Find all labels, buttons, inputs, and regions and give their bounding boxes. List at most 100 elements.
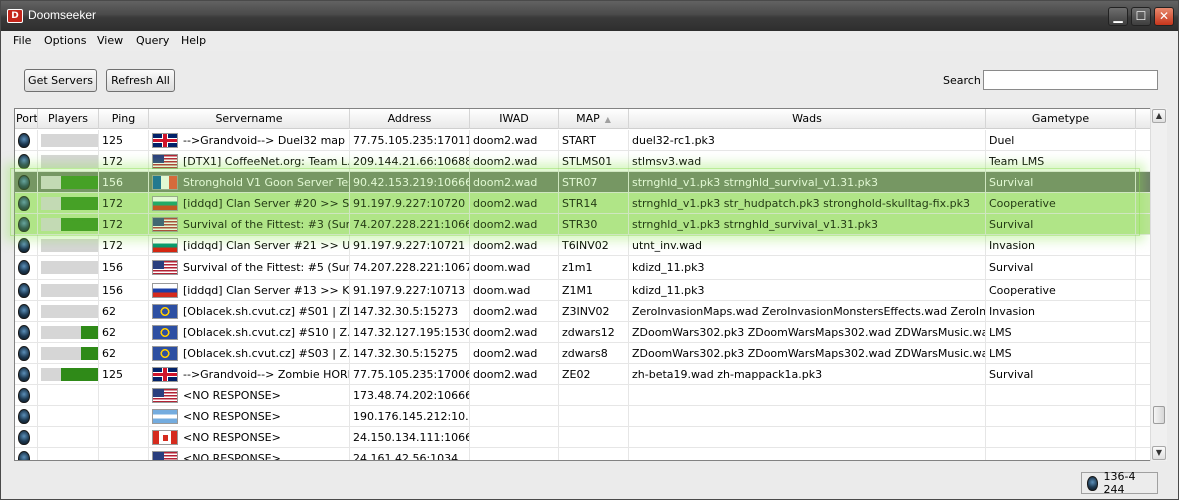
scroll-thumb[interactable] xyxy=(1153,406,1165,424)
country-flag-icon xyxy=(152,174,178,190)
country-flag-icon xyxy=(152,303,178,319)
status-panel: 136-4 244 xyxy=(1081,470,1158,496)
table-row[interactable]: <NO RESPONSE> 173.48.74.202:10666 xyxy=(15,385,1150,406)
cell-status xyxy=(15,235,38,255)
column-header-port[interactable]: Port xyxy=(15,109,38,129)
table-row[interactable]: 125 -->Grandvoid--> Duel32 map c... 77.75.… xyxy=(15,130,1150,151)
cell-players xyxy=(38,256,99,279)
table-row[interactable]: 156 [iddqd] Clan Server #13 >> Kn... 91.19… xyxy=(15,280,1150,301)
table-row[interactable]: <NO RESPONSE> 190.176.145.212:10... xyxy=(15,406,1150,427)
country-flag-icon xyxy=(152,216,178,232)
cell-gametype: LMS xyxy=(986,322,1136,342)
cell-map: Z1M1 xyxy=(559,280,629,300)
column-header-iwad[interactable]: IWAD xyxy=(470,109,559,129)
scroll-up-button[interactable]: ▲ xyxy=(1152,109,1166,123)
server-status-icon xyxy=(18,153,30,169)
table-row[interactable]: 172 [iddqd] Clan Server #21 >> UT... 91.19… xyxy=(15,235,1150,256)
cell-address: 209.144.21.66:10688 xyxy=(350,151,470,171)
cell-address: 91.197.9.227:10721 xyxy=(350,235,470,255)
cell-status xyxy=(15,280,38,300)
server-count-text: 136-4 244 xyxy=(1103,470,1136,496)
cell-gametype: Duel xyxy=(986,130,1136,150)
players-icon xyxy=(41,196,98,210)
country-flag-icon xyxy=(152,408,178,424)
country-flag-icon xyxy=(152,237,178,253)
cell-iwad: doom.wad xyxy=(470,256,559,279)
cell-servername: [iddqd] Clan Server #13 >> Kn... xyxy=(149,280,350,300)
minimize-button[interactable]: ▁ xyxy=(1108,7,1128,26)
cell-map: T6INV02 xyxy=(559,235,629,255)
table-row[interactable]: <NO RESPONSE> 24.150.134.111:10667 xyxy=(15,427,1150,448)
table-row[interactable]: 172 [iddqd] Clan Server #20 >> St... 91.19… xyxy=(15,193,1150,214)
servername-text: Stronghold V1 Goon Server Test xyxy=(183,175,350,189)
servername-text: <NO RESPONSE> xyxy=(183,388,281,402)
cell-servername: <NO RESPONSE> xyxy=(149,448,350,460)
cell-status xyxy=(15,301,38,321)
refresh-all-button[interactable]: Refresh All xyxy=(106,69,175,92)
column-header-gametype[interactable]: Gametype xyxy=(986,109,1136,129)
cell-gametype xyxy=(986,427,1136,447)
scroll-down-button[interactable]: ▼ xyxy=(1152,446,1166,460)
menu-query[interactable]: Query xyxy=(136,34,169,47)
column-header-wads[interactable]: Wads xyxy=(629,109,986,129)
cell-map xyxy=(559,385,629,405)
players-icon xyxy=(41,346,98,360)
table-row[interactable]: 125 -->Grandvoid--> Zombie HORD... 77.75.1… xyxy=(15,364,1150,385)
cell-iwad xyxy=(470,385,559,405)
search-input[interactable] xyxy=(983,70,1158,90)
menu-view[interactable]: View xyxy=(97,34,123,47)
app-icon: D xyxy=(7,9,23,23)
cell-address: 77.75.105.235:17006 xyxy=(350,364,470,384)
servername-text: <NO RESPONSE> xyxy=(183,409,281,423)
cell-iwad xyxy=(470,448,559,460)
cell-gametype: Survival xyxy=(986,172,1136,192)
close-button[interactable]: ✕ xyxy=(1154,7,1174,26)
cell-gametype: Invasion xyxy=(986,301,1136,321)
cell-gametype: LMS xyxy=(986,343,1136,363)
cell-status xyxy=(15,427,38,447)
table-row[interactable]: 156 Survival of the Fittest: #5 (Sur... 74… xyxy=(15,256,1150,280)
cell-gametype xyxy=(986,406,1136,426)
cell-servername: [Oblacek.sh.cvut.cz] #S10 | Z... xyxy=(149,322,350,342)
maximize-button[interactable]: ☐ xyxy=(1131,7,1151,26)
column-header-address[interactable]: Address xyxy=(350,109,470,129)
table-row[interactable]: 156 Stronghold V1 Goon Server Test 90.42.1… xyxy=(15,172,1150,193)
cell-servername: <NO RESPONSE> xyxy=(149,427,350,447)
column-header-servername[interactable]: Servername xyxy=(149,109,350,129)
menu-help[interactable]: Help xyxy=(181,34,206,47)
table-row[interactable]: 62 [Oblacek.sh.cvut.cz] #S01 | ZE... 147.3… xyxy=(15,301,1150,322)
servername-text: Survival of the Fittest: #3 (Sur... xyxy=(183,217,350,231)
column-header-players[interactable]: Players xyxy=(38,109,99,129)
title-bar[interactable]: D Doomseeker ▁ ☐ ✕ xyxy=(1,1,1178,31)
server-status-icon xyxy=(18,345,30,361)
column-header-map[interactable]: MAP ▲ xyxy=(559,109,629,129)
window-title: Doomseeker xyxy=(28,8,97,22)
cell-servername: Stronghold V1 Goon Server Test xyxy=(149,172,350,192)
column-header-ping[interactable]: Ping xyxy=(99,109,149,129)
menu-file[interactable]: File xyxy=(13,34,31,47)
table-row[interactable]: 62 [Oblacek.sh.cvut.cz] #S10 | Z... 147.32… xyxy=(15,322,1150,343)
cell-ping: 62 xyxy=(99,343,149,363)
server-status-icon xyxy=(18,216,30,232)
cell-wads: ZDoomWars302.pk3 ZDoomWarsMaps302.wad ZD… xyxy=(629,322,986,342)
server-status-icon xyxy=(1087,475,1099,491)
table-row[interactable]: 172 [DTX1] CoffeeNet.org: Team L... 209.14… xyxy=(15,151,1150,172)
server-status-icon xyxy=(18,366,30,382)
cell-servername: [Oblacek.sh.cvut.cz] #S03 | Z... xyxy=(149,343,350,363)
cell-map: STR07 xyxy=(559,172,629,192)
server-status-icon xyxy=(18,303,30,319)
table-row[interactable]: 62 [Oblacek.sh.cvut.cz] #S03 | Z... 147.32… xyxy=(15,343,1150,364)
table-row[interactable]: 172 Survival of the Fittest: #3 (Sur... 74… xyxy=(15,214,1150,235)
get-servers-button[interactable]: Get Servers xyxy=(24,69,97,92)
players-icon xyxy=(41,283,98,297)
cell-map: zdwars12 xyxy=(559,322,629,342)
cell-address: 74.207.228.221:10668 xyxy=(350,214,470,234)
cell-players xyxy=(38,130,99,150)
cell-iwad xyxy=(470,427,559,447)
cell-gametype: Cooperative xyxy=(986,280,1136,300)
menu-bar: File Options View Query Help xyxy=(2,31,1178,51)
menu-options[interactable]: Options xyxy=(44,34,86,47)
table-row[interactable]: <NO RESPONSE> 24.161.42.56:1034 xyxy=(15,448,1150,460)
cell-ping xyxy=(99,406,149,426)
vertical-scrollbar[interactable]: ▲ ▼ xyxy=(1150,108,1167,461)
